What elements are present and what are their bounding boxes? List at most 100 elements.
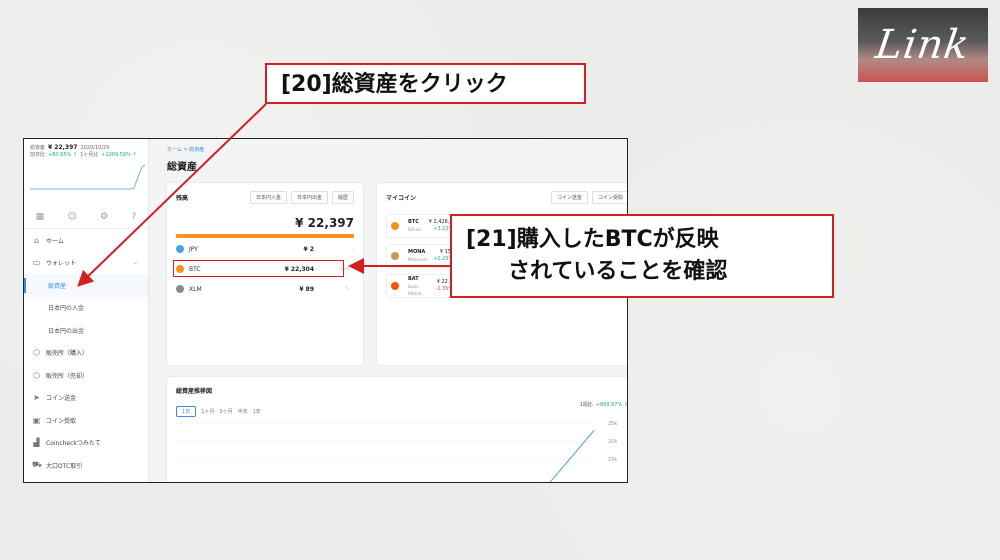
balance-row-jpy[interactable]: JPY ¥ 2 › xyxy=(176,240,354,258)
bat-icon xyxy=(391,282,399,290)
coin-symbol: MONA xyxy=(408,249,426,255)
chart-icon: ▟ xyxy=(33,438,40,448)
sidebar-item-label: ウォレット xyxy=(46,260,77,268)
summary-change-month: +1009.59% ↑ xyxy=(101,151,137,158)
sidebar-item-tsumitate[interactable]: ▟ Coincheckつみたて xyxy=(24,432,148,455)
sidebar-item-buy[interactable]: ⬡ 販売所（購入） xyxy=(24,342,148,365)
history-change-value: +889.87% ↑ xyxy=(595,402,628,408)
btc-icon xyxy=(391,222,399,230)
cube-icon: ⬡ xyxy=(33,348,40,358)
sidebar-item-label: 販売所（購入） xyxy=(46,350,89,358)
sidebar-item-label: コイン受取 xyxy=(46,417,77,425)
series-line xyxy=(549,430,595,482)
sidebar-item-label: 日本円の出金 xyxy=(48,327,85,335)
sidebar-item-label: 日本円の入金 xyxy=(48,305,85,313)
balance-amount: ¥ 2 xyxy=(303,245,314,253)
sidebar-item-home[interactable]: ⌂ ホーム xyxy=(24,229,148,252)
gear-icon[interactable]: ⚙ xyxy=(100,212,108,222)
balance-symbol: XLM xyxy=(189,285,202,293)
summary-change-day: +80.65% ↑ xyxy=(48,151,78,158)
chevron-down-icon: ⌄ xyxy=(132,259,138,267)
sidebar-menu: ⌂ ホーム ▭ ウォレット ⌄ 総資産 日本円の入金 日本円の出金 ⬡ 販売所（購入） … xyxy=(24,229,148,477)
summary-date: 2020/10/29 xyxy=(80,144,110,151)
history-change-label: 1週比 xyxy=(579,402,593,408)
breadcrumb: ホーム > 総資産 xyxy=(167,146,611,153)
sidebar-item-coin-send[interactable]: ➤ コイン送金 xyxy=(24,387,148,410)
wallet-icon: ▭ xyxy=(32,258,41,268)
history-button[interactable]: 履歴 xyxy=(331,191,354,204)
coin-fullname: Basic Attenti… xyxy=(408,283,426,296)
sidebar-item-label: Coincheckつみたて xyxy=(46,440,101,448)
screenshot-frame: 総資産 ¥ 22,397 2020/10/29 前日比 +80.65% ↑ 1ヶ… xyxy=(23,138,628,483)
coin-symbol: BAT xyxy=(408,275,419,282)
coin-fullname: Monacoin xyxy=(408,257,428,262)
tab-1month[interactable]: 1ヶ月 xyxy=(201,408,214,415)
history-change: 1週比 +889.87% ↑ xyxy=(579,401,628,408)
cube-icon: ⬡ xyxy=(33,370,40,380)
coin-receive-button[interactable]: コイン受取 xyxy=(591,191,627,204)
jpy-withdraw-button[interactable]: 日本円出金 xyxy=(290,191,328,204)
coin-symbol: BTC xyxy=(408,219,419,225)
balance-row-btc[interactable]: BTC ¥ 22,304 0.00… xyxy=(173,260,354,278)
balance-extra: › xyxy=(352,246,354,252)
grid-icon[interactable]: ▦ xyxy=(36,212,45,222)
balance-extra: 5.… xyxy=(345,286,354,292)
y-tick-label: 25k xyxy=(608,421,617,427)
sidebar-item-label: 総資産 xyxy=(48,282,67,290)
summary-total: ¥ 22,397 xyxy=(48,144,78,151)
truck-icon: ⛟ xyxy=(32,460,43,470)
sidebar-sparkline xyxy=(30,164,145,190)
callout-21-line2: されていることを確認 xyxy=(508,259,728,284)
breadcrumb-current: 総資産 xyxy=(189,147,205,153)
balance-total: ¥ 22,397 xyxy=(295,216,354,230)
xlm-icon xyxy=(176,285,184,293)
coin-fullname: Bitcoin xyxy=(408,227,422,232)
link-logo: Link xyxy=(858,8,988,82)
balance-row-xlm[interactable]: XLM ¥ 89 5.… xyxy=(176,280,354,298)
btc-highlight-box xyxy=(173,260,344,277)
summary-label: 総資産 xyxy=(30,145,46,151)
sidebar: 総資産 ¥ 22,397 2020/10/29 前日比 +80.65% ↑ 1ヶ… xyxy=(24,139,149,482)
sidebar-tabs: ▦ ☺ ⚙ ? xyxy=(24,205,148,229)
sidebar-item-jpy-deposit[interactable]: 日本円の入金 xyxy=(24,297,148,320)
balance-title: 残高 xyxy=(176,195,189,202)
sidebar-item-coin-receive[interactable]: ▣ コイン受取 xyxy=(24,409,148,432)
mona-icon xyxy=(391,252,399,260)
sidebar-item-label: 販売所（売却） xyxy=(46,372,89,380)
jpy-deposit-button[interactable]: 日本円入金 xyxy=(249,191,287,204)
tab-6month[interactable]: 半年 xyxy=(238,408,248,415)
sidebar-item-label: コイン送金 xyxy=(46,395,77,403)
asset-history-card: 総資産推移図 1日 1ヶ月 3ヶ月 半年 1年 1週比 +889.87% ↑ 25… xyxy=(167,377,628,482)
sidebar-item-total-assets[interactable]: 総資産 xyxy=(24,274,148,297)
asset-history-chart: 25k 20k 15k xyxy=(176,421,617,482)
main-content: ホーム > 総資産 総資産 残高 日本円入金 日本円出金 履歴 ¥ 22,397… xyxy=(149,139,627,482)
y-tick-label: 20k xyxy=(608,439,617,445)
help-icon[interactable]: ? xyxy=(132,212,137,222)
sidebar-item-sell[interactable]: ⬡ 販売所（売却） xyxy=(24,364,148,387)
tab-3month[interactable]: 3ヶ月 xyxy=(219,408,232,415)
my-coins-title: マイコイン xyxy=(386,195,417,202)
tab-1year[interactable]: 1年 xyxy=(253,408,261,415)
breadcrumb-separator: > xyxy=(183,147,188,153)
callout-step-20: [20]総資産をクリック xyxy=(265,63,586,104)
page-title: 総資産 xyxy=(167,162,197,173)
sidebar-summary: 総資産 ¥ 22,397 2020/10/29 前日比 +80.65% ↑ 1ヶ… xyxy=(24,139,148,195)
sidebar-item-jpy-withdraw[interactable]: 日本円の出金 xyxy=(24,319,148,342)
summary-change-label-2: 1ヶ月比 xyxy=(80,152,99,158)
sidebar-item-label: ホーム xyxy=(46,237,64,245)
home-icon: ⌂ xyxy=(33,235,40,245)
y-tick-label: 15k xyxy=(608,457,617,463)
history-title: 総資産推移図 xyxy=(176,388,213,395)
balance-symbol: JPY xyxy=(189,245,198,253)
sidebar-item-label: 大口OTC取引 xyxy=(46,462,83,470)
user-icon[interactable]: ☺ xyxy=(67,212,76,222)
breadcrumb-home[interactable]: ホーム xyxy=(167,147,182,153)
callout-21-line1: [21]購入したBTCが反映 xyxy=(466,227,719,252)
jpy-icon xyxy=(176,245,184,253)
balance-card: 残高 日本円入金 日本円出金 履歴 ¥ 22,397 JPY ¥ 2 › BTC… xyxy=(167,183,363,365)
sidebar-item-otc[interactable]: ⛟ 大口OTC取引 xyxy=(24,454,148,477)
callout-step-21: [21]購入したBTCが反映 されていることを確認 xyxy=(450,214,834,298)
send-icon: ➤ xyxy=(33,393,40,403)
sidebar-item-wallet[interactable]: ▭ ウォレット ⌄ xyxy=(24,252,148,275)
coin-send-button[interactable]: コイン送金 xyxy=(550,191,588,204)
